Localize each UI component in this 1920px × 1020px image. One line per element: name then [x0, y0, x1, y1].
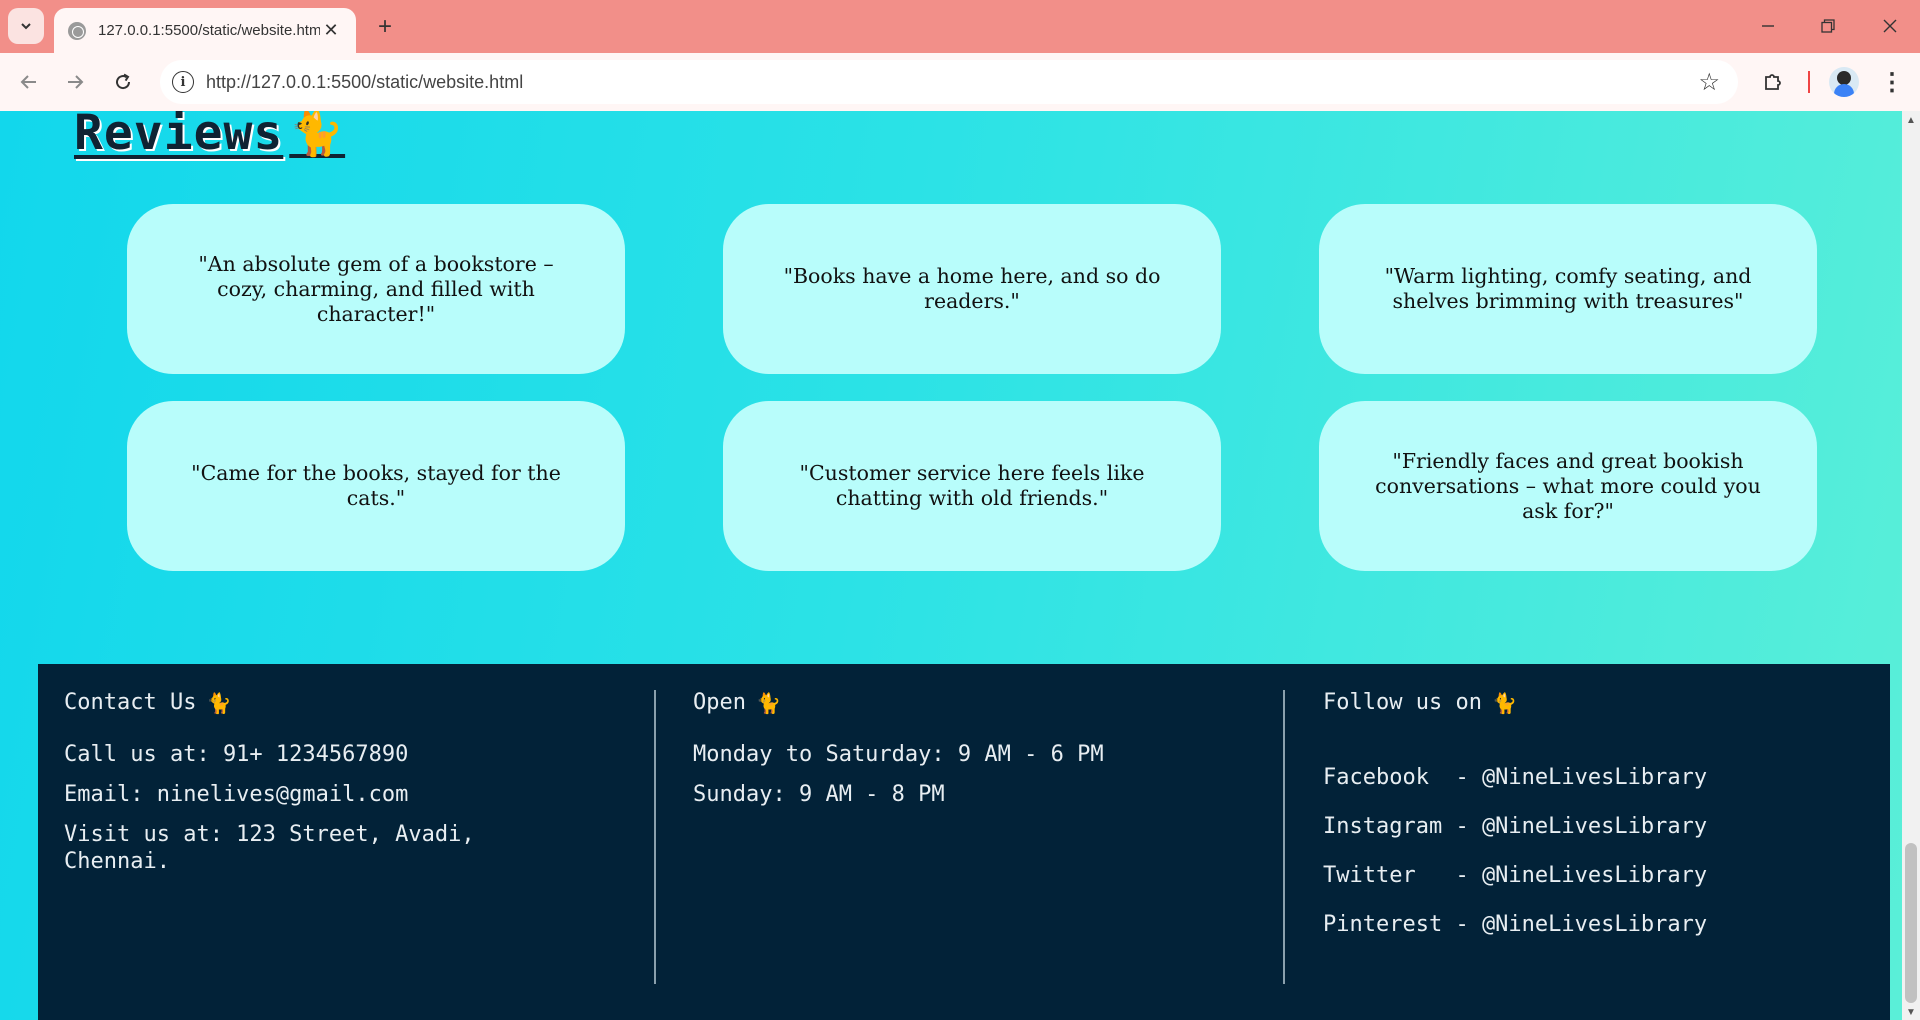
review-card: "Books have a home here, and so do reade… [723, 204, 1221, 374]
puzzle-icon [1765, 74, 1781, 90]
social-link-twitter[interactable]: Twitter - @NineLivesLibrary [1323, 863, 1863, 888]
hours-sunday: Sunday: 9 AM - 8 PM [693, 782, 945, 807]
scroll-up-arrow-icon[interactable]: ▲ [1906, 115, 1916, 126]
tab-title: 127.0.0.1:5500/static/website.html [98, 22, 320, 39]
close-window-button[interactable] [1870, 10, 1910, 42]
review-text: "Warm lighting, comfy seating, and shelv… [1384, 264, 1752, 313]
review-card: "An absolute gem of a bookstore – cozy, … [127, 204, 625, 374]
cat-icon: 🐈 [755, 690, 781, 715]
page-viewport: Reviews 🐈 "An absolute gem of a bookstor… [0, 111, 1902, 1020]
hours-heading-text: Open [693, 690, 746, 715]
bookmark-star-icon[interactable]: ☆ [1698, 68, 1720, 97]
footer-divider [1283, 690, 1285, 984]
cat-icon: 🐈 [206, 690, 232, 715]
restore-icon [1821, 19, 1835, 33]
tab-strip: 127.0.0.1:5500/static/website.html ✕ + [0, 0, 1920, 53]
reload-button[interactable] [106, 65, 140, 99]
close-icon [1883, 19, 1897, 33]
hours-heading: Open 🐈 [693, 690, 1253, 715]
url-text: http://127.0.0.1:5500/static/website.htm… [206, 71, 524, 92]
extensions-button[interactable] [1758, 67, 1788, 97]
social-section: Follow us on 🐈 Facebook - @NineLivesLibr… [1323, 690, 1863, 961]
hours-weekdays: Monday to Saturday: 9 AM - 6 PM [693, 742, 1104, 767]
contact-address: Visit us at: 123 Street, Avadi, Chennai. [64, 822, 488, 874]
review-card: "Customer service here feels like chatti… [723, 401, 1221, 571]
social-heading: Follow us on 🐈 [1323, 690, 1863, 715]
more-menu-icon[interactable]: ⋮ [1880, 65, 1904, 99]
forward-button[interactable] [58, 65, 92, 99]
review-text: "An absolute gem of a bookstore – cozy, … [198, 251, 554, 326]
social-link-facebook[interactable]: Facebook - @NineLivesLibrary [1323, 765, 1863, 790]
page-scrollbar[interactable]: ▲ ▼ [1902, 111, 1920, 1020]
minimize-button[interactable] [1748, 10, 1788, 42]
reload-icon [116, 73, 131, 90]
cat-icon: 🐈 [1491, 690, 1517, 715]
site-footer: Contact Us 🐈 Call us at: 91+ 1234567890 … [38, 664, 1890, 1020]
review-text: "Books have a home here, and so do reade… [783, 264, 1161, 313]
contact-phone: Call us at: 91+ 1234567890 [64, 742, 409, 767]
reviews-heading: Reviews 🐈 [74, 111, 345, 161]
hours-section: Open 🐈 Monday to Saturday: 9 AM - 6 PM S… [693, 690, 1253, 821]
social-link-pinterest[interactable]: Pinterest - @NineLivesLibrary [1323, 912, 1863, 937]
back-button[interactable] [12, 65, 46, 99]
social-link-instagram[interactable]: Instagram - @NineLivesLibrary [1323, 814, 1863, 839]
review-text: "Friendly faces and great bookish conver… [1375, 448, 1761, 523]
review-card: "Came for the books, stayed for the cats… [127, 401, 625, 571]
tab-search-button[interactable] [8, 8, 44, 44]
contact-email: Email: ninelives@gmail.com [64, 782, 409, 807]
minimize-icon [1762, 25, 1774, 27]
new-tab-button[interactable]: + [370, 12, 400, 42]
reviews-heading-text: Reviews [74, 111, 284, 161]
globe-icon [68, 21, 86, 40]
toolbar-separator [1808, 71, 1810, 93]
review-card: "Warm lighting, comfy seating, and shelv… [1319, 204, 1817, 374]
scroll-down-arrow-icon[interactable]: ▼ [1906, 1007, 1916, 1018]
review-card: "Friendly faces and great bookish conver… [1319, 401, 1817, 571]
cat-icon: 🐈 [289, 111, 346, 159]
footer-divider [654, 690, 656, 984]
review-text: "Customer service here feels like chatti… [799, 461, 1145, 510]
browser-toolbar: i http://127.0.0.1:5500/static/website.h… [0, 53, 1920, 111]
profile-avatar[interactable] [1829, 67, 1859, 97]
address-bar[interactable]: i http://127.0.0.1:5500/static/website.h… [160, 60, 1738, 104]
review-text: "Came for the books, stayed for the cats… [191, 461, 561, 510]
arrow-left-icon [20, 75, 36, 89]
active-tab[interactable]: 127.0.0.1:5500/static/website.html ✕ [54, 8, 356, 53]
contact-heading: Contact Us 🐈 [64, 690, 624, 715]
contact-section: Contact Us 🐈 Call us at: 91+ 1234567890 … [64, 690, 624, 888]
chevron-down-icon [21, 23, 31, 30]
scrollbar-thumb[interactable] [1905, 843, 1917, 1003]
social-heading-text: Follow us on [1323, 690, 1482, 715]
restore-button[interactable] [1808, 10, 1848, 42]
site-info-icon[interactable]: i [172, 71, 194, 93]
close-tab-icon[interactable]: ✕ [320, 20, 342, 41]
contact-heading-text: Contact Us [64, 690, 197, 715]
arrow-right-icon [68, 75, 84, 89]
